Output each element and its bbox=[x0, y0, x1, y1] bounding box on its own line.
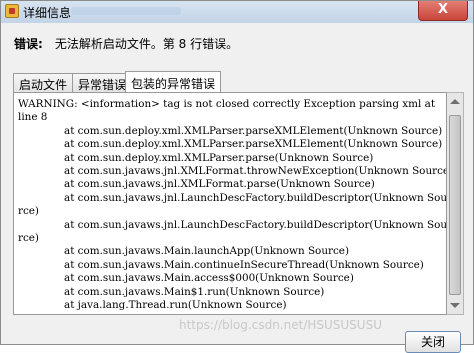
scroll-down-icon[interactable] bbox=[450, 303, 460, 308]
stack-trace-line: at com.sun.javaws.jnl.LaunchDescFactory.… bbox=[64, 218, 446, 231]
tab-wrapped-exception[interactable]: 包装的异常错误 bbox=[125, 71, 222, 93]
window-close-button[interactable]: X bbox=[418, 1, 468, 21]
stack-trace-line: at com.sun.deploy.xml.XMLParser.parse(Un… bbox=[64, 151, 374, 164]
stack-trace-line: WARNING: <information> tag is not closed… bbox=[18, 98, 436, 110]
stack-trace-line: at com.sun.javaws.jnl.XMLFormat.parse(Un… bbox=[64, 178, 375, 191]
error-message: 无法解析启动文件。第 8 行错误。 bbox=[54, 37, 239, 51]
title-bar[interactable]: 详细信息 bbox=[1, 1, 473, 23]
stack-trace-line: at com.sun.javaws.Main.launchApp(Unknown… bbox=[64, 245, 349, 258]
stack-trace-line: at com.sun.deploy.xml.XMLParser.parseXML… bbox=[64, 138, 443, 151]
stack-trace-line: at com.sun.javaws.Main.continueInSecureT… bbox=[64, 258, 424, 271]
error-summary: 错误: 无法解析启动文件。第 8 行错误。 bbox=[14, 35, 238, 52]
stack-trace-line: rce) bbox=[18, 205, 39, 218]
title-bar-ghost bbox=[71, 7, 181, 15]
stack-trace-line: at java.lang.Thread.run(Unknown Source) bbox=[64, 299, 287, 312]
watermark: https://blog.csdn.net/HSUSUSUSU bbox=[179, 318, 382, 332]
java-app-icon bbox=[5, 4, 19, 18]
stack-trace-text[interactable]: WARNING: <information> tag is not closed… bbox=[15, 94, 446, 315]
window-title: 详细信息 bbox=[23, 6, 72, 20]
scroll-up-icon[interactable] bbox=[450, 99, 460, 104]
stack-trace-line: at com.sun.javaws.Main$1.run(Unknown Sou… bbox=[64, 285, 325, 298]
details-dialog: 详细信息 X 错误: 无法解析启动文件。第 8 行错误。 启动文件 异常错误 包装… bbox=[0, 0, 474, 353]
stack-trace-line: at com.sun.javaws.jnl.LaunchDescFactory.… bbox=[64, 191, 446, 204]
stack-trace-line: at com.sun.deploy.xml.XMLParser.parseXML… bbox=[64, 124, 443, 137]
stack-trace-line: rce) bbox=[18, 232, 39, 245]
stack-trace-line: at com.sun.javaws.jnl.XMLFormat.throwNew… bbox=[64, 165, 446, 178]
stack-trace-line: line 8 bbox=[18, 111, 48, 124]
vertical-scrollbar[interactable] bbox=[447, 92, 464, 315]
scroll-thumb[interactable] bbox=[449, 115, 461, 295]
tab-exception[interactable]: 异常错误 bbox=[72, 73, 133, 93]
tab-launch-file[interactable]: 启动文件 bbox=[13, 73, 74, 93]
error-label: 错误: bbox=[14, 37, 43, 51]
details-panel: WARNING: <information> tag is not closed… bbox=[13, 92, 447, 315]
stack-trace-line: at com.sun.javaws.Main.access$000(Unknow… bbox=[64, 272, 354, 285]
close-button[interactable]: 关闭 bbox=[405, 331, 461, 353]
